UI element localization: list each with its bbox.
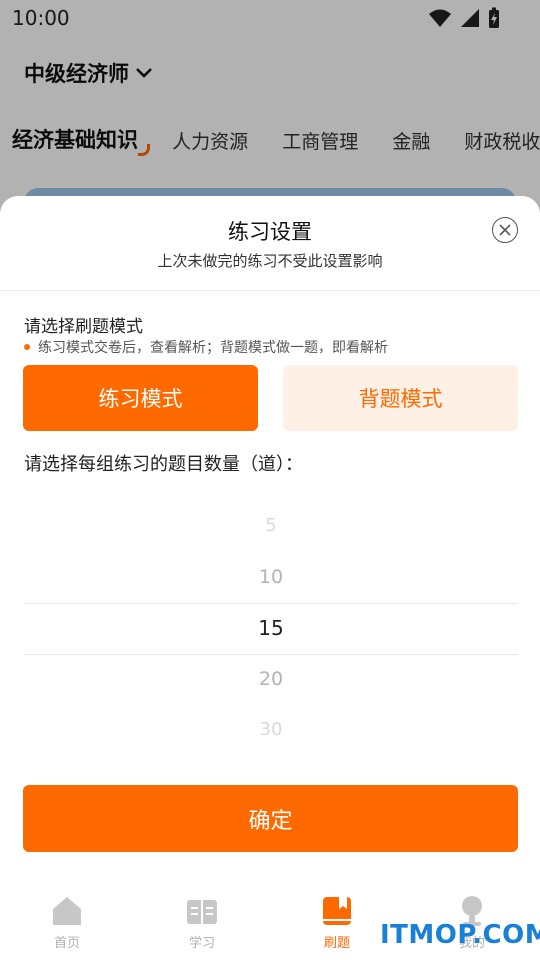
nav-label: 首页: [53, 936, 80, 951]
mode-hint: 练习模式交卷后，查看解析；背题模式做一题，即看解析: [24, 337, 388, 357]
close-icon: [499, 224, 511, 236]
mode-hint-text: 练习模式交卷后，查看解析；背题模式做一题，即看解析: [38, 340, 388, 356]
question-count-label: 请选择每组练习的题目数量（道）：: [24, 454, 303, 475]
picker-option[interactable]: 20: [24, 654, 518, 704]
picker-option[interactable]: 5: [24, 501, 518, 551]
picker-option-selected[interactable]: 15: [24, 603, 518, 653]
picker-option[interactable]: 30: [24, 705, 518, 755]
close-button[interactable]: [492, 217, 518, 243]
nav-item-study[interactable]: 学习: [157, 894, 247, 960]
nav-item-home[interactable]: 首页: [22, 894, 112, 960]
nav-label: 刷题: [323, 936, 350, 951]
hint-bullet-icon: [24, 344, 30, 350]
practice-settings-sheet: 练习设置 上次未做完的练习不受此设置影响 请选择刷题模式 练习模式交卷后，查看解…: [0, 196, 540, 960]
sheet-subtitle: 上次未做完的练习不受此设置影响: [157, 252, 383, 270]
picker-option[interactable]: 10: [24, 552, 518, 602]
book-open-icon: [187, 900, 217, 924]
practice-mode-button[interactable]: 练习模式: [23, 365, 258, 431]
question-book-icon: [323, 897, 351, 925]
home-icon: [53, 897, 81, 925]
watermark-logo: ITMOP.COM: [380, 920, 540, 950]
divider: [0, 290, 540, 291]
nav-item-practice[interactable]: 刷题: [292, 894, 382, 960]
memorize-mode-button[interactable]: 背题模式: [283, 365, 518, 431]
sheet-title: 练习设置: [228, 220, 312, 244]
mode-section-label: 请选择刷题模式: [24, 317, 143, 337]
nav-label: 学习: [188, 936, 215, 951]
question-count-picker[interactable]: 5 10 15 20 30: [24, 501, 518, 756]
confirm-button[interactable]: 确定: [23, 785, 518, 852]
